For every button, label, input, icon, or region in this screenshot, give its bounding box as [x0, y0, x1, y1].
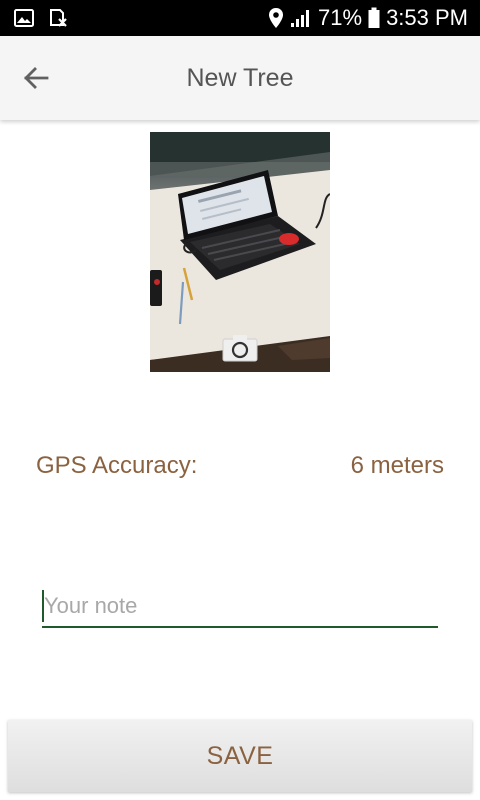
app-bar: New Tree — [0, 36, 480, 120]
note-input[interactable] — [42, 588, 438, 624]
arrow-left-icon — [22, 64, 50, 92]
back-button[interactable] — [18, 60, 54, 96]
image-icon — [14, 9, 34, 27]
camera-icon — [222, 334, 258, 362]
battery-icon — [368, 7, 380, 29]
page-title: New Tree — [186, 63, 294, 92]
location-icon — [268, 7, 284, 29]
gps-accuracy-label: GPS Accuracy: — [36, 452, 198, 479]
status-left-icons — [14, 8, 68, 28]
sd-card-x-icon — [48, 8, 68, 28]
gps-accuracy-value: 6 meters — [350, 452, 444, 479]
note-field[interactable] — [42, 588, 438, 628]
save-button[interactable]: SAVE — [8, 720, 472, 792]
signal-icon — [290, 8, 312, 28]
status-bar: 71% 3:53 PM — [0, 0, 480, 36]
status-right-icons: 71% 3:53 PM — [268, 5, 468, 31]
battery-percent: 71% — [318, 5, 363, 30]
camera-button[interactable] — [222, 334, 258, 362]
status-time: 3:53 PM — [386, 5, 468, 30]
text-caret — [42, 590, 44, 622]
